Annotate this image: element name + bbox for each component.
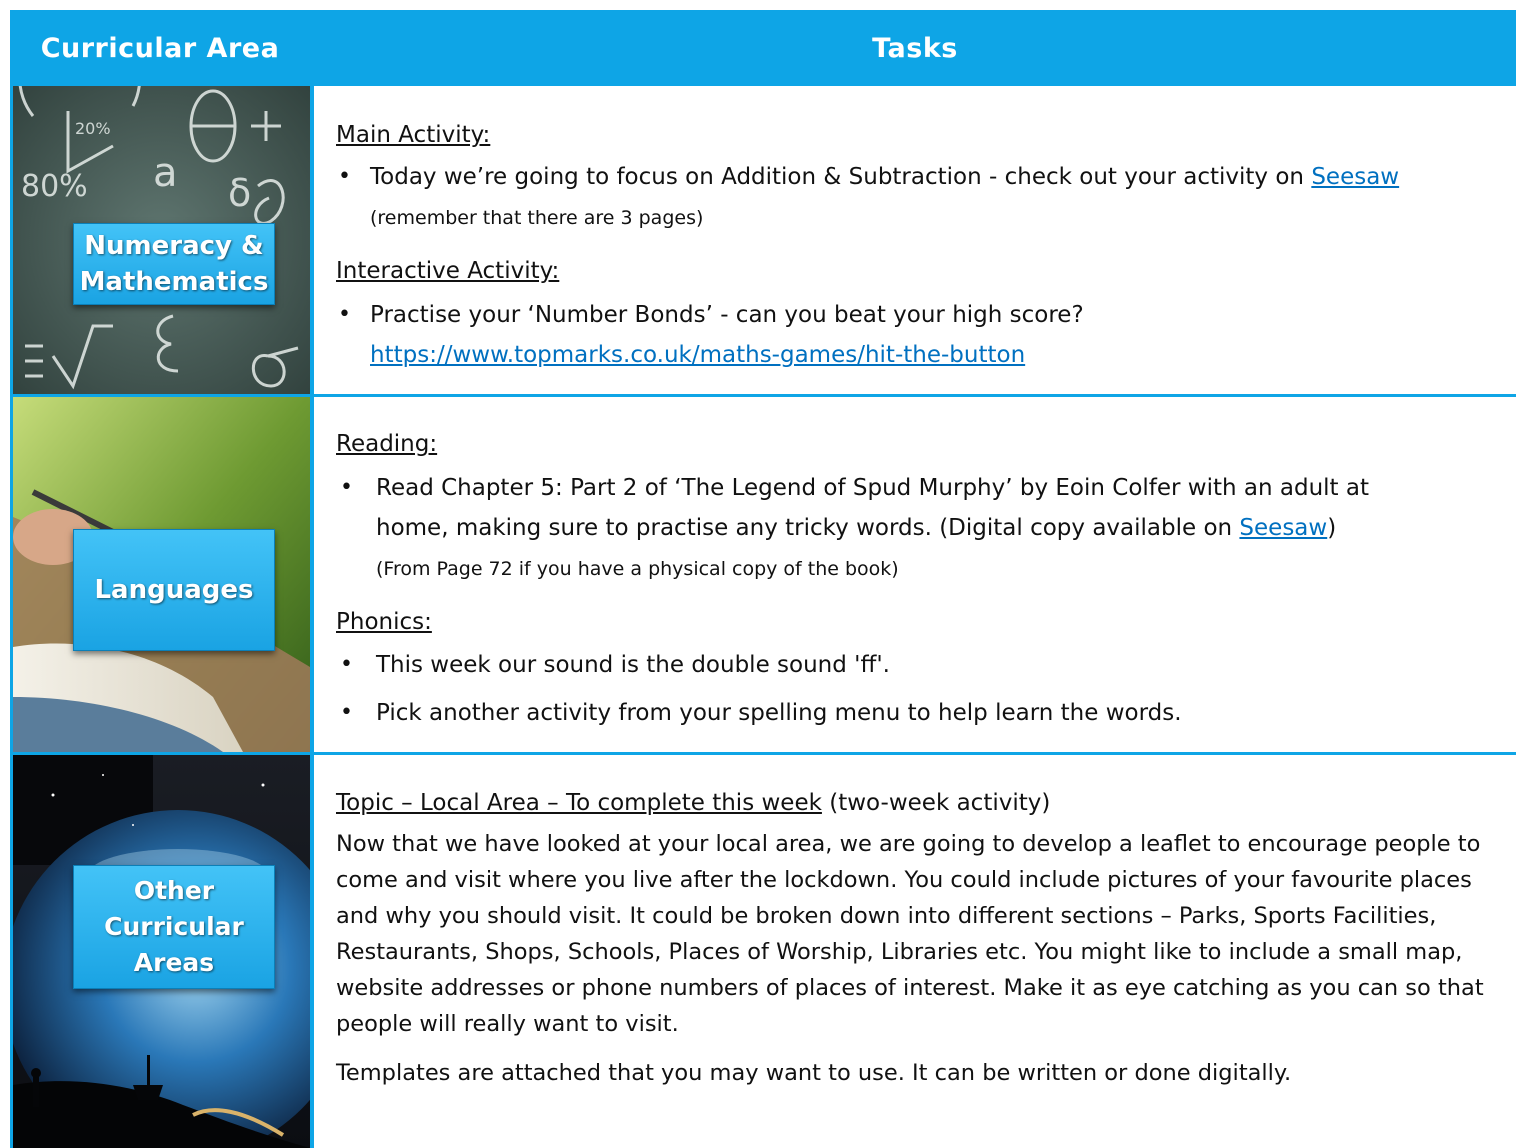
numeracy-label: Numeracy & Mathematics [73,223,275,305]
bullet: • [338,164,351,189]
main-activity-text: Today we’re going to focus on Addition &… [370,164,1400,190]
header-tasks: Tasks [314,10,1516,86]
reading-line-1: Read Chapter 5: Part 2 of ‘The Legend of… [376,475,1369,501]
phonics-item-2: Pick another activity from your spelling… [376,700,1182,726]
seesaw-link[interactable]: Seesaw [1311,164,1399,190]
chalk-mark-a: a [153,150,178,196]
chalk-mark-80: 80% [21,169,88,204]
interactive-activity-heading: Interactive Activity: [336,258,560,284]
phonics-heading: Phonics: [336,609,432,635]
languages-label: Languages [73,529,275,651]
bullet: • [340,700,353,725]
bullet: • [340,475,353,500]
header-curricular-area: Curricular Area [10,10,310,86]
templates-paragraph: Templates are attached that you may want… [336,1060,1292,1086]
bullet: • [340,652,353,677]
topmarks-link[interactable]: https://www.topmarks.co.uk/maths-games/h… [370,340,1025,370]
task-table: Curricular Area Tasks 20% 80% a δ Numera… [10,10,1516,1148]
main-activity-heading: Main Activity: [336,122,491,148]
topic-heading-line: Topic – Local Area – To complete this we… [336,788,1050,818]
seesaw-link[interactable]: Seesaw [1239,515,1327,541]
reading-heading: Reading: [336,431,438,457]
reading-note: (From Page 72 if you have a physical cop… [376,558,899,580]
reading-image: Languages [13,397,310,752]
interactive-activity-text: Practise your ‘Number Bonds’ - can you b… [370,302,1084,328]
column-divider [310,10,314,1148]
chalk-mark-20: 20% [75,119,111,138]
other-areas-label: Other Curricular Areas [73,865,275,989]
chalkboard-image: 20% 80% a δ Numeracy & Mathematics [13,86,310,394]
chalk-mark-delta: δ [228,171,251,215]
reading-line-2: home, making sure to practise any tricky… [376,515,1337,541]
phonics-item-1: This week our sound is the double sound … [376,652,890,678]
main-activity-note: (remember that there are 3 pages) [370,207,704,229]
space-image: Other Curricular Areas [13,755,310,1148]
bullet: • [338,302,351,327]
topic-paragraph: Now that we have looked at your local ar… [336,831,1484,1037]
topic-heading: Topic – Local Area – To complete this we… [336,790,822,816]
topic-suffix: (two-week activity) [821,790,1051,816]
